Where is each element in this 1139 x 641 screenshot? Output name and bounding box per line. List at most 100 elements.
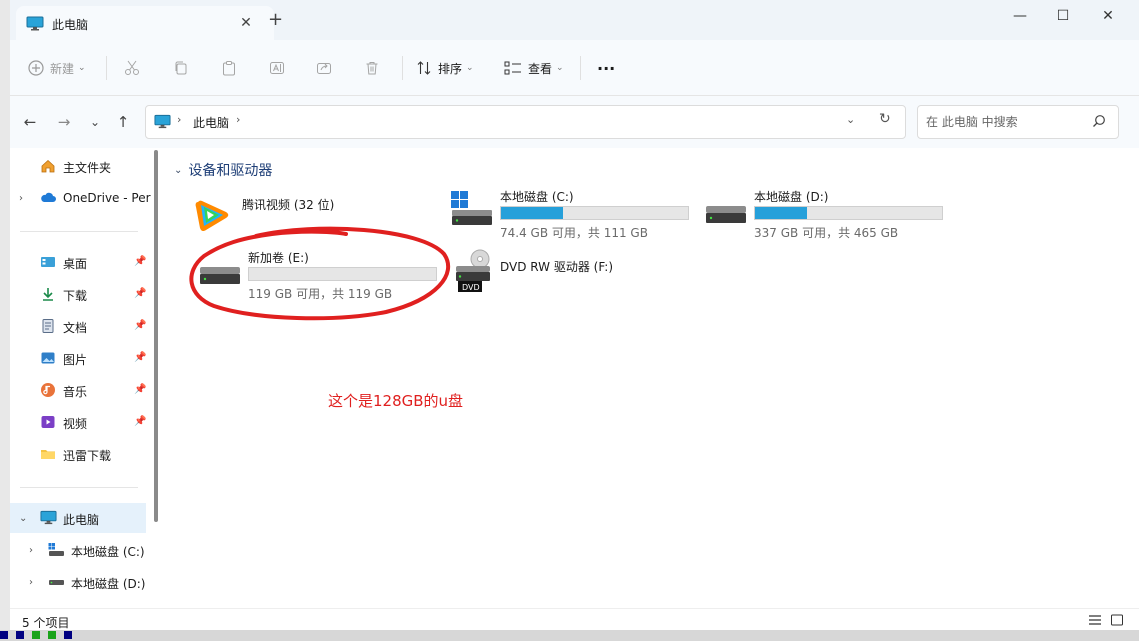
sidebar-item-videos[interactable]: 视频 📌: [10, 407, 146, 437]
picture-icon: [40, 350, 56, 366]
chevron-right-icon[interactable]: ›: [29, 577, 33, 588]
tab-close-button[interactable]: ✕: [236, 13, 256, 33]
sidebar-divider: [20, 487, 138, 488]
sort-arrows-icon: [416, 60, 432, 76]
system-drive-icon: [48, 542, 64, 558]
sidebar-item-label: 桌面: [63, 257, 88, 271]
search-box[interactable]: [917, 105, 1119, 139]
forward-arrow-icon[interactable]: →: [52, 112, 76, 132]
pin-icon[interactable]: 📌: [134, 416, 146, 427]
more-options-button[interactable]: ···: [597, 56, 615, 80]
download-icon: [40, 286, 56, 302]
up-arrow-icon[interactable]: ↑: [111, 112, 135, 132]
sidebar-item-music[interactable]: 音乐 📌: [10, 375, 146, 405]
sidebar-item-pictures[interactable]: 图片 📌: [10, 343, 146, 373]
sidebar-item-label: 视频: [63, 417, 88, 431]
copy-icon: [173, 60, 189, 76]
hard-drive-icon: [48, 574, 64, 590]
sidebar-item-label: 本地磁盘 (C:): [71, 545, 145, 559]
refresh-icon[interactable]: ↻: [879, 111, 891, 127]
maximize-button[interactable]: ☐: [1043, 4, 1083, 28]
status-bar: 5 个项目: [10, 608, 1139, 630]
pin-icon[interactable]: 📌: [134, 320, 146, 331]
monitor-icon: [26, 16, 44, 34]
monitor-icon: [154, 114, 171, 132]
sidebar-item-home[interactable]: 主文件夹: [10, 151, 146, 181]
folder-icon: [40, 446, 56, 462]
sidebar-scrollbar[interactable]: [154, 150, 158, 522]
breadcrumb-chevron-icon[interactable]: ›: [177, 113, 181, 126]
monitor-icon: [40, 510, 57, 526]
recent-locations-chevron-icon[interactable]: ⌄: [83, 112, 107, 132]
background-partition-legend: [0, 630, 1139, 641]
large-icons-view-icon[interactable]: [1110, 614, 1124, 629]
trash-icon: [364, 60, 380, 76]
share-button[interactable]: [316, 56, 332, 80]
content-pane: ⌄ 设备和驱动器 腾讯视频 (32 位) 本地磁盘 (C:) 74.4 GB 可…: [164, 148, 1139, 608]
annotation-text: 这个是128GB的u盘: [328, 392, 464, 410]
chevron-down-icon[interactable]: ⌄: [19, 513, 27, 524]
sidebar-divider: [20, 231, 138, 232]
sidebar-item-label: 音乐: [63, 385, 88, 399]
view-button[interactable]: 查看 ⌄: [504, 56, 564, 80]
sidebar-item-documents[interactable]: 文档 📌: [10, 311, 146, 341]
title-bar: 此电脑 ✕ + — ☐ ✕: [10, 0, 1139, 40]
pin-icon[interactable]: 📌: [134, 352, 146, 363]
rename-button[interactable]: [269, 56, 285, 80]
view-list-icon: [504, 60, 522, 76]
sort-button[interactable]: 排序 ⌄: [416, 56, 474, 80]
drive-f-dvd[interactable]: DVD DVD RW 驱动器 (F:): [450, 249, 695, 309]
sidebar-item-label: 此电脑: [63, 513, 100, 527]
sidebar-item-onedrive[interactable]: › OneDrive - Per: [10, 183, 151, 213]
chevron-right-icon[interactable]: ›: [29, 545, 33, 556]
sidebar-item-label: 文档: [63, 321, 88, 335]
sidebar-item-desktop[interactable]: 桌面 📌: [10, 247, 146, 277]
address-history-chevron-icon[interactable]: ⌄: [846, 113, 855, 126]
document-icon: [40, 318, 56, 334]
minimize-button[interactable]: —: [1000, 4, 1040, 28]
desktop-icon: [40, 254, 56, 270]
music-icon: [40, 382, 56, 398]
sidebar-item-xunlei-downloads[interactable]: 迅雷下载: [10, 439, 146, 469]
background-window-edge: [0, 0, 10, 641]
breadcrumb-chevron-icon[interactable]: ›: [236, 113, 240, 126]
view-label: 查看: [528, 61, 553, 76]
drive-d[interactable]: 本地磁盘 (D:) 337 GB 可用，共 465 GB: [704, 188, 949, 248]
sort-label: 排序: [438, 61, 463, 76]
sidebar-item-this-pc[interactable]: ⌄ 此电脑: [10, 503, 146, 533]
cut-button[interactable]: [124, 56, 140, 80]
breadcrumb-this-pc[interactable]: 此电脑: [193, 114, 229, 131]
search-input[interactable]: [924, 112, 1088, 132]
pin-icon[interactable]: 📌: [134, 288, 146, 299]
file-explorer-window: 此电脑 ✕ + — ☐ ✕ 新建 ⌄ 排序 ⌄ 查看 ⌄ ··· ← → ⌄ ↑…: [10, 0, 1139, 630]
drive-c[interactable]: 本地磁盘 (C:) 74.4 GB 可用，共 111 GB: [450, 188, 695, 248]
chevron-right-icon[interactable]: ›: [19, 193, 23, 204]
close-window-button[interactable]: ✕: [1088, 4, 1128, 28]
chevron-down-icon: ⌄: [556, 63, 564, 73]
dvd-badge: DVD: [462, 283, 480, 292]
clipboard-icon: [221, 60, 237, 76]
delete-button[interactable]: [364, 56, 380, 80]
share-icon: [316, 60, 332, 76]
details-view-icon[interactable]: [1088, 614, 1102, 629]
sidebar-item-downloads[interactable]: 下载 📌: [10, 279, 146, 309]
copy-button[interactable]: [173, 56, 189, 80]
home-icon: [40, 158, 56, 174]
paste-button[interactable]: [221, 56, 237, 80]
search-icon[interactable]: [1092, 114, 1106, 131]
back-arrow-icon[interactable]: ←: [18, 112, 42, 132]
pin-icon[interactable]: 📌: [134, 384, 146, 395]
sidebar-item-label: 迅雷下载: [63, 449, 112, 463]
new-tab-button[interactable]: +: [268, 11, 283, 29]
group-header-devices-drives[interactable]: ⌄ 设备和驱动器: [174, 160, 272, 180]
drive-usage-fill: [501, 207, 563, 219]
pin-icon[interactable]: 📌: [134, 256, 146, 267]
drive-name: 本地磁盘 (C:): [500, 190, 574, 204]
sidebar-item-drive-d[interactable]: › 本地磁盘 (D:): [10, 567, 146, 597]
sidebar-item-label: 图片: [63, 353, 88, 367]
new-button[interactable]: 新建 ⌄: [28, 56, 86, 80]
tab-this-pc[interactable]: 此电脑 ✕: [16, 6, 274, 40]
sidebar-item-label: OneDrive - Per: [63, 191, 151, 205]
address-bar[interactable]: › 此电脑 › ⌄ ↻: [145, 105, 906, 139]
sidebar-item-drive-c[interactable]: › 本地磁盘 (C:): [10, 535, 146, 565]
